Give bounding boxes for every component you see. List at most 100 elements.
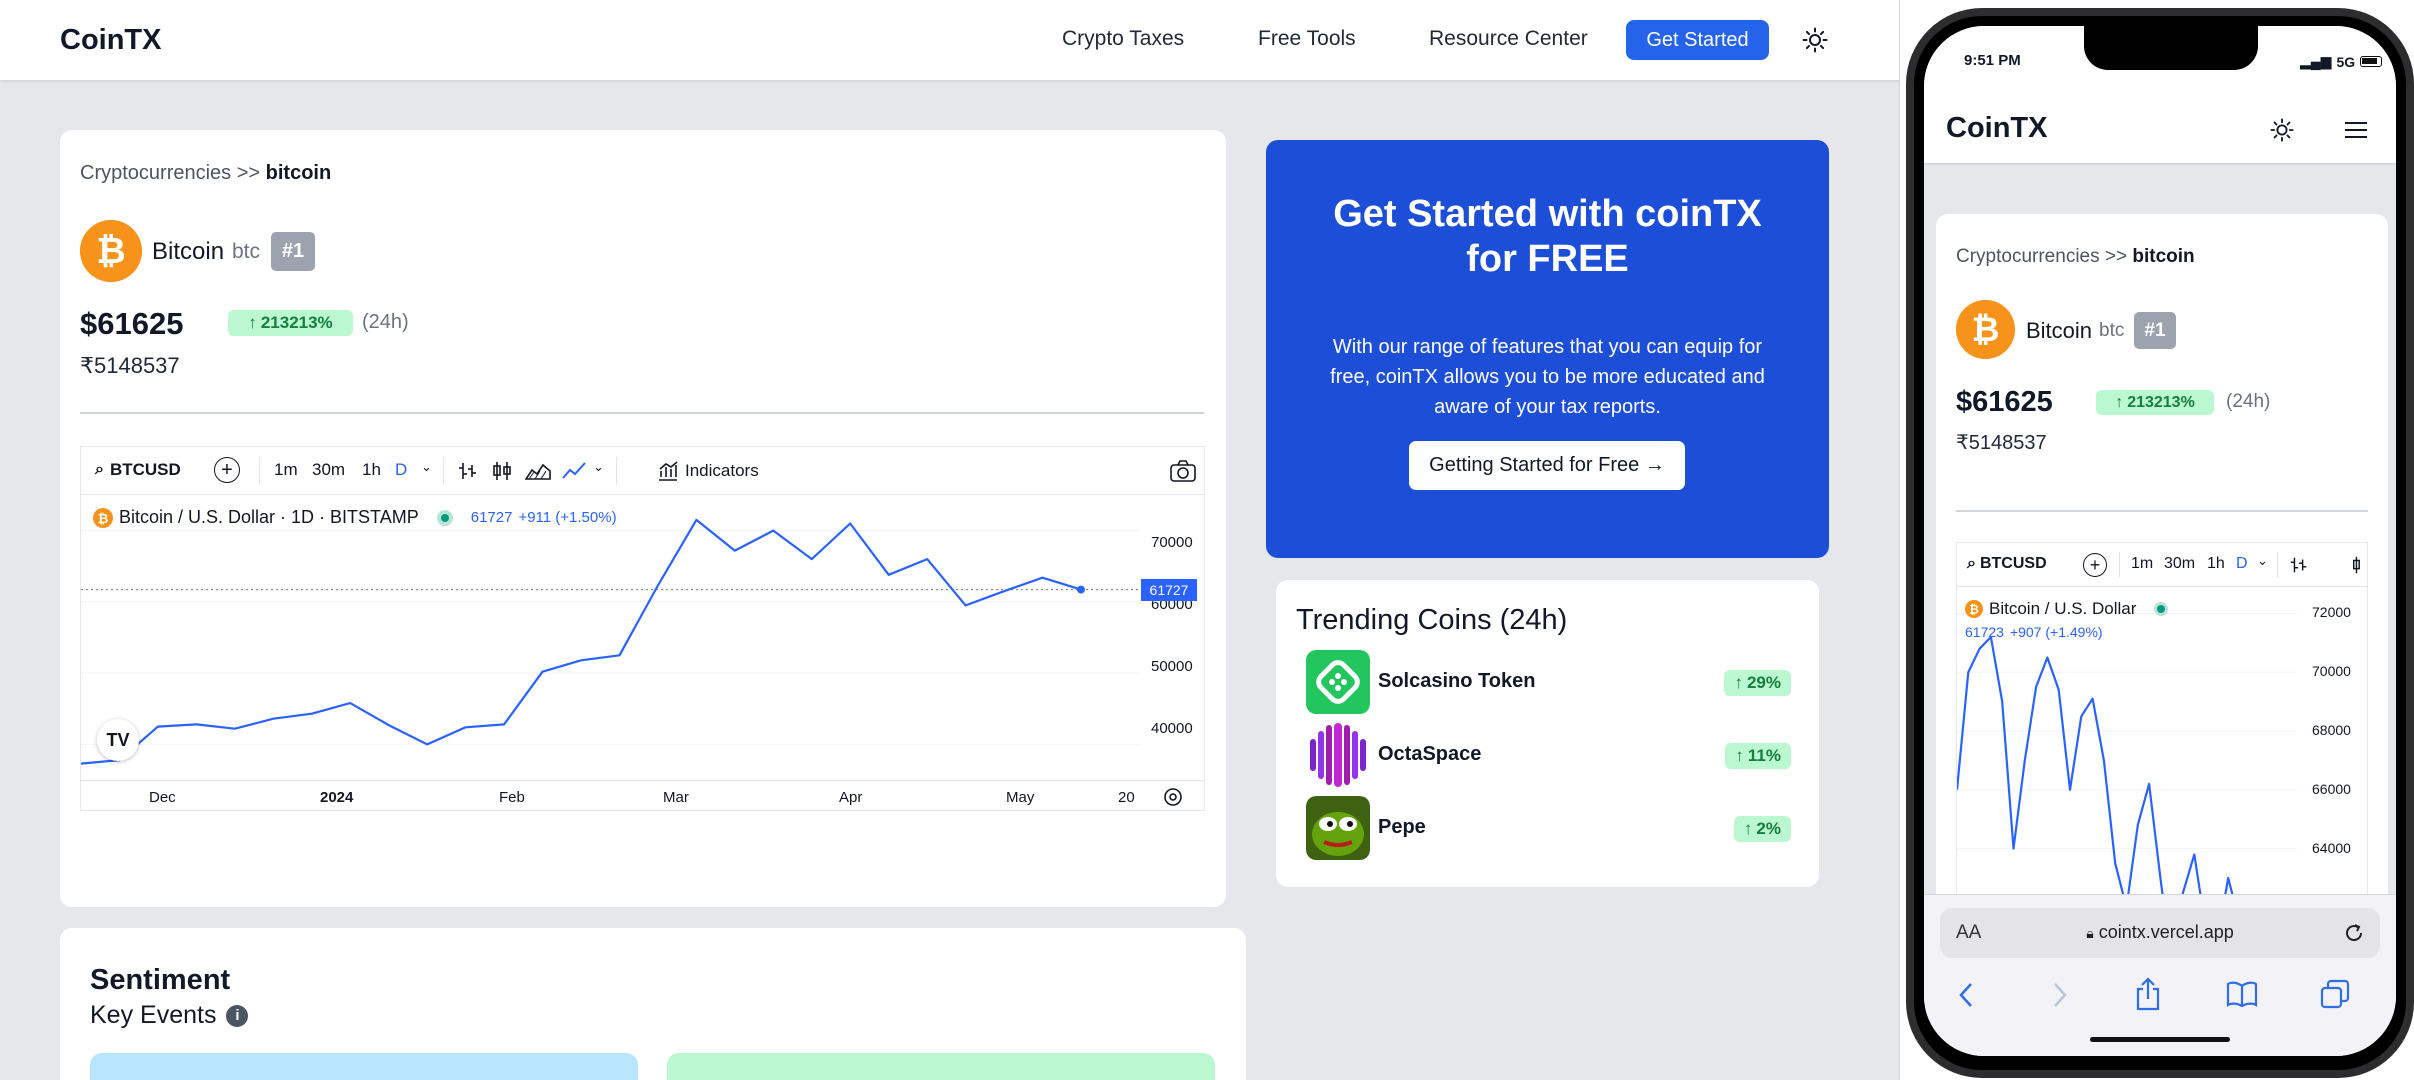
bitcoin-logo-icon: ₿: [1965, 600, 1983, 618]
chart-toolbar: ⌕ BTCUSD + 1m 30m 1h D ⌄: [1957, 543, 2367, 587]
market-status-icon: [436, 509, 453, 526]
rank-badge: #1: [271, 232, 315, 271]
url-display: 🔒︎ cointx.vercel.app: [1940, 922, 2380, 943]
forward-arrow-icon[interactable]: [2050, 980, 2070, 1010]
compare-add-icon[interactable]: +: [214, 457, 240, 483]
settings-gear-icon[interactable]: [1162, 786, 1184, 808]
sun-icon[interactable]: [2270, 118, 2294, 142]
toolbar-separator: [443, 457, 444, 485]
breadcrumb-current: bitcoin: [265, 162, 332, 184]
chevron-down-icon[interactable]: ⌄: [593, 459, 604, 475]
nav-link-free-tools[interactable]: Free Tools: [1258, 27, 1356, 51]
y-tick-label: 72000: [2312, 604, 2351, 621]
interval-1h[interactable]: 1h: [2207, 555, 2225, 573]
tabs-icon[interactable]: [2320, 979, 2350, 1009]
trending-change-badge: ↑ 11%: [1725, 743, 1791, 769]
chevron-down-icon[interactable]: ⌄: [421, 459, 432, 475]
interval-1h[interactable]: 1h: [362, 460, 381, 480]
last-price-tag: 61727: [1141, 578, 1197, 601]
phone-screen: 9:51 PM ▂▄▆ 5G CoinTX Cryptocurrencies >…: [1924, 26, 2396, 1056]
candles-icon[interactable]: [491, 460, 513, 482]
trending-row[interactable]: Solcasino Token ↑ 29%: [1306, 650, 1791, 714]
key-event-card-blue[interactable]: [90, 1053, 638, 1080]
mobile-coin-card: Cryptocurrencies >> bitcoin ₿ Bitcoin bt…: [1936, 214, 2388, 974]
interval-30m[interactable]: 30m: [312, 460, 345, 480]
y-tick-label: 70000: [1151, 534, 1193, 551]
x-tick-label: Dec: [149, 789, 176, 806]
breadcrumb: Cryptocurrencies >> bitcoin: [1956, 246, 2195, 268]
price-usd: $61625: [80, 306, 184, 341]
area-chart-icon[interactable]: [525, 460, 551, 482]
tradingview-chart-widget[interactable]: ⌕ BTCUSD + 1m 30m 1h D ⌄ ⌄ Indicators ₿ …: [80, 446, 1205, 811]
coin-name: Bitcoin: [152, 238, 225, 265]
symbol-search[interactable]: ⌕ BTCUSD: [1967, 555, 2047, 573]
change-badge: ↑ 213213%: [228, 310, 353, 336]
svg-text:₿: ₿: [1972, 311, 2000, 349]
market-status-icon: [2154, 602, 2169, 616]
trending-coins-card: Trending Coins (24h) Solcasino Token ↑ 29…: [1276, 580, 1819, 887]
cta-title: Get Started with coinTX for FREE: [1333, 193, 1762, 280]
lock-icon: 🔒︎: [2086, 925, 2094, 941]
sun-icon[interactable]: [1802, 27, 1828, 53]
x-tick-label: Apr: [839, 789, 863, 806]
candles-icon[interactable]: [2351, 555, 2368, 575]
breadcrumb-parent[interactable]: Cryptocurrencies >>: [80, 162, 260, 184]
trending-change-badge: ↑ 2%: [1733, 816, 1791, 842]
interval-d[interactable]: D: [2236, 555, 2248, 573]
x-tick-label: Mar: [663, 789, 689, 806]
octaspace-icon: [1306, 723, 1370, 787]
nav-link-crypto-taxes[interactable]: Crypto Taxes: [1062, 27, 1184, 51]
get-started-button[interactable]: Get Started: [1626, 20, 1769, 60]
status-time: 9:51 PM: [1964, 52, 2021, 69]
interval-30m[interactable]: 30m: [2164, 555, 2195, 573]
symbol-search[interactable]: ⌕ BTCUSD: [95, 460, 181, 480]
line-chart-icon[interactable]: [561, 460, 587, 482]
bitcoin-logo-icon: ₿: [80, 220, 142, 282]
share-icon[interactable]: [2134, 977, 2162, 1011]
url-text: cointx.vercel.app: [2098, 922, 2234, 942]
nav-link-resource-center[interactable]: Resource Center: [1429, 27, 1588, 51]
info-icon[interactable]: i: [226, 1004, 249, 1027]
breadcrumb-parent[interactable]: Cryptocurrencies >>: [1956, 246, 2127, 267]
bookmarks-icon[interactable]: [2226, 980, 2258, 1008]
key-event-card-green[interactable]: [667, 1053, 1215, 1080]
interval-1m[interactable]: 1m: [2131, 555, 2153, 573]
breadcrumb: Cryptocurrencies >> bitcoin: [80, 162, 331, 185]
toolbar-separator: [2119, 552, 2120, 578]
sentiment-card: Sentiment Key Events i: [60, 928, 1246, 1080]
y-tick-label: 50000: [1151, 658, 1193, 675]
trending-row[interactable]: Pepe ↑ 2%: [1306, 796, 1791, 860]
interval-d[interactable]: D: [395, 460, 407, 480]
hamburger-menu-icon[interactable]: [2344, 120, 2368, 140]
trending-row[interactable]: OctaSpace ↑ 11%: [1306, 723, 1791, 787]
svg-text:₿: ₿: [96, 230, 125, 271]
bar-style-icon[interactable]: [457, 460, 479, 482]
solcasino-token-icon: [1306, 650, 1370, 714]
coin-symbol: btc: [232, 240, 261, 263]
chart-legend: ₿ Bitcoin / U.S. Dollar · 1D · BITSTAMP …: [93, 507, 617, 528]
brand-logo[interactable]: CoinTX: [1946, 112, 2048, 145]
price-chart-plot[interactable]: [81, 495, 1205, 811]
tradingview-logo-icon[interactable]: TV: [97, 719, 139, 761]
bar-style-icon[interactable]: [2289, 555, 2309, 575]
reload-icon[interactable]: [2342, 921, 2366, 945]
getting-started-button[interactable]: Getting Started for Free →: [1409, 441, 1685, 490]
camera-icon[interactable]: [1169, 459, 1197, 483]
price-series-line: [81, 518, 1082, 765]
change-period: (24h): [362, 311, 409, 333]
chevron-down-icon[interactable]: ⌄: [2257, 553, 2268, 569]
brand-logo[interactable]: CoinTX: [60, 24, 162, 57]
compare-add-icon[interactable]: +: [2083, 553, 2107, 577]
bitcoin-logo-icon: ₿: [1956, 300, 2015, 359]
indicators-button[interactable]: Indicators: [657, 460, 759, 482]
back-arrow-icon[interactable]: [1956, 980, 1976, 1010]
address-bar[interactable]: AA 🔒︎ cointx.vercel.app: [1940, 908, 2380, 958]
status-indicators: ▂▄▆ 5G: [2300, 53, 2383, 70]
interval-1m[interactable]: 1m: [274, 460, 298, 480]
sentiment-title: Sentiment: [90, 964, 231, 996]
divider: [80, 412, 1204, 414]
divider: [1956, 510, 2368, 512]
search-icon: ⌕: [95, 461, 104, 478]
browser-bottom-bar: AA 🔒︎ cointx.vercel.app: [1924, 894, 2396, 1056]
last-price-point: [1077, 585, 1085, 594]
